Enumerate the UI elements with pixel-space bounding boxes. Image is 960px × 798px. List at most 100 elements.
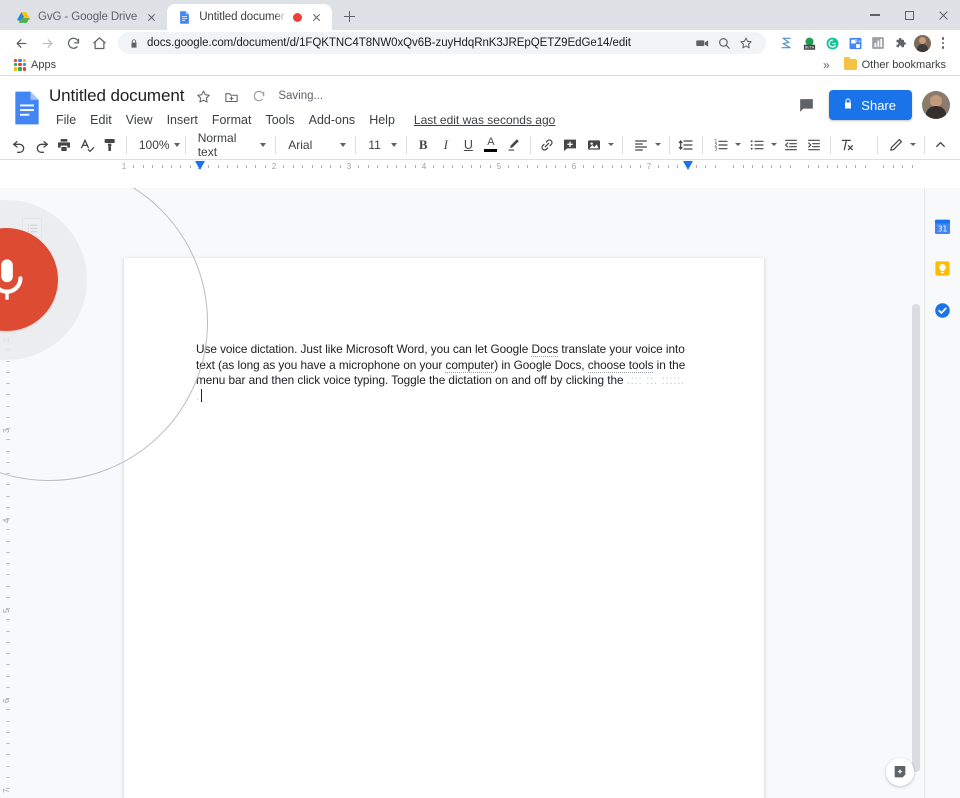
scrollbar-thumb[interactable] [912, 304, 920, 772]
ruler-tick [180, 165, 182, 168]
puzzle-extension-icon[interactable] [891, 33, 911, 53]
share-button[interactable]: Share [829, 90, 912, 120]
numbered-list-group[interactable]: 123 [708, 132, 744, 158]
google-calendar-icon[interactable]: 31 [932, 215, 954, 237]
highlight-pen-icon[interactable] [502, 132, 525, 158]
paint-format-icon[interactable] [98, 132, 121, 158]
print-icon[interactable] [53, 132, 76, 158]
browser-tab-drive[interactable]: GvG - Google Drive [6, 4, 168, 30]
line-spacing-icon[interactable] [675, 132, 698, 158]
text-color-button[interactable]: A [480, 132, 503, 158]
menu-format[interactable]: Format [205, 111, 259, 129]
toolbar-divider [125, 135, 127, 154]
home-icon[interactable] [86, 31, 112, 55]
bold-button[interactable]: B [412, 132, 435, 158]
close-icon[interactable] [309, 10, 324, 25]
bookmark-star-icon[interactable] [736, 33, 756, 53]
tab-audio-indicator-icon[interactable] [293, 12, 303, 22]
grammarly-icon[interactable] [822, 33, 842, 53]
clear-formatting-icon[interactable] [836, 132, 859, 158]
ruler-tick [433, 165, 435, 168]
paragraph-style-dropdown[interactable]: Normal text [191, 131, 271, 159]
analytics-icon[interactable] [868, 33, 888, 53]
google-tasks-icon[interactable] [932, 299, 954, 321]
menu-edit[interactable]: Edit [83, 111, 119, 129]
menu-tools[interactable]: Tools [258, 111, 301, 129]
menu-file[interactable]: File [49, 111, 83, 129]
italic-button[interactable]: I [434, 132, 457, 158]
move-to-folder-icon[interactable] [222, 87, 240, 105]
back-arrow-icon[interactable] [8, 31, 34, 55]
editing-mode-group[interactable] [883, 132, 919, 158]
document-page[interactable]: Use voice dictation. Just like Microsoft… [124, 258, 764, 798]
close-window-button[interactable] [926, 0, 960, 30]
menu-addons[interactable]: Add-ons [302, 111, 363, 129]
zoom-search-icon[interactable] [714, 33, 734, 53]
numbered-list-icon[interactable]: 123 [708, 132, 734, 158]
ruler-tick [330, 165, 332, 168]
bookmarks-right: » Other bookmarks [817, 56, 952, 73]
browser-tab-docs[interactable]: Untitled document - Google Docs [167, 4, 333, 30]
redo-icon[interactable] [31, 132, 54, 158]
insert-image-group[interactable] [581, 132, 617, 158]
planner-icon[interactable]: 9+ [845, 33, 865, 53]
decrease-indent-icon[interactable] [780, 132, 803, 158]
increase-indent-icon[interactable] [803, 132, 826, 158]
other-bookmarks-folder[interactable]: Other bookmarks [838, 56, 952, 73]
menu-view[interactable]: View [119, 111, 160, 129]
ruler-tick [6, 461, 10, 463]
collapse-toolbar-icon[interactable] [930, 132, 953, 158]
comment-history-icon[interactable] [793, 92, 819, 118]
new-tab-button[interactable] [336, 3, 362, 29]
close-icon[interactable] [144, 10, 159, 25]
editing-mode-pen-icon[interactable] [883, 132, 909, 158]
font-family-dropdown[interactable]: Arial [281, 132, 350, 158]
smallpdf-icon[interactable] [776, 33, 796, 53]
font-value: Arial [288, 137, 313, 152]
font-size-dropdown[interactable]: 11 [361, 132, 401, 158]
media-cast-icon[interactable] [692, 33, 712, 53]
insert-link-icon[interactable] [536, 132, 559, 158]
maximize-button[interactable] [892, 0, 926, 30]
chrome-menu-icon[interactable] [934, 33, 952, 53]
ruler-tick [845, 165, 847, 168]
profile-avatar[interactable] [914, 34, 931, 52]
align-left-icon[interactable] [628, 132, 654, 158]
bulleted-list-group[interactable] [744, 132, 780, 158]
menu-insert[interactable]: Insert [160, 111, 205, 129]
minimize-button[interactable] [858, 0, 892, 30]
undo-icon[interactable] [8, 132, 31, 158]
bookmarks-overflow-icon[interactable]: » [817, 58, 836, 72]
explore-button[interactable] [886, 758, 914, 786]
zoom-dropdown[interactable]: 100% [132, 132, 180, 158]
star-icon[interactable] [194, 87, 212, 105]
insert-image-icon[interactable] [581, 132, 607, 158]
menu-help[interactable]: Help [362, 111, 402, 129]
bookmark-apps[interactable]: Apps [8, 57, 62, 73]
vertical-scrollbar[interactable] [912, 304, 920, 798]
ruler-tick [6, 664, 10, 666]
svg-text:BETA: BETA [804, 45, 814, 49]
right-indent-marker[interactable] [683, 161, 693, 170]
add-comment-icon[interactable] [558, 132, 581, 158]
toolbar-divider [184, 135, 186, 154]
bulleted-list-icon[interactable] [744, 132, 770, 158]
document-paragraph[interactable]: Use voice dictation. Just like Microsoft… [196, 342, 690, 405]
account-avatar[interactable] [922, 91, 950, 119]
beta-extension-icon[interactable]: BETA [799, 33, 819, 53]
last-edit-link[interactable]: Last edit was seconds ago [414, 113, 555, 127]
spellcheck-icon[interactable] [76, 132, 99, 158]
horizontal-ruler[interactable]: 11234567 [0, 160, 960, 174]
google-keep-icon[interactable] [932, 257, 954, 279]
align-group[interactable] [628, 132, 664, 158]
microphone-button[interactable] [0, 228, 58, 331]
reload-icon[interactable] [60, 31, 86, 55]
text-cursor [200, 389, 202, 403]
google-docs-logo[interactable] [10, 86, 43, 130]
address-bar[interactable]: docs.google.com/document/d/1FQKTNC4T8NW0… [118, 32, 766, 54]
underline-button[interactable]: U [457, 132, 480, 158]
forward-arrow-icon[interactable] [34, 31, 60, 55]
ruler-tick [817, 165, 819, 168]
document-title[interactable]: Untitled document [49, 86, 184, 106]
ruler-tick [6, 439, 10, 441]
